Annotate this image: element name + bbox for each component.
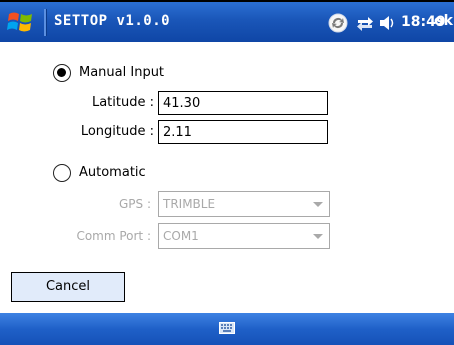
title-separator: [44, 9, 47, 36]
gps-select[interactable]: TRIMBLE: [158, 191, 330, 217]
chevron-down-icon: [313, 202, 323, 207]
connectivity-icon[interactable]: [354, 12, 376, 34]
latitude-field[interactable]: [158, 91, 328, 115]
title-bar: SETTOP v1.0.0 18:49 ok: [0, 2, 454, 42]
latitude-label: Latitude :: [91, 95, 154, 110]
gps-label: GPS :: [118, 197, 151, 211]
cancel-button[interactable]: Cancel: [11, 272, 125, 302]
comm-port-select-value: COM1: [163, 229, 199, 243]
sync-icon[interactable]: [327, 12, 349, 34]
comm-port-label: Comm Port :: [76, 229, 151, 243]
gps-select-value: TRIMBLE: [163, 197, 216, 211]
manual-input-label[interactable]: Manual Input: [79, 65, 164, 80]
chevron-down-icon: [313, 234, 323, 239]
app-title: SETTOP v1.0.0: [54, 13, 171, 29]
keyboard-icon[interactable]: [219, 322, 235, 334]
longitude-label: Longitude :: [80, 124, 154, 139]
windows-flag-icon[interactable]: [6, 8, 36, 36]
ok-button[interactable]: ok: [434, 13, 453, 29]
bottom-menu-bar: [0, 313, 454, 345]
automatic-label[interactable]: Automatic: [79, 165, 146, 180]
longitude-field[interactable]: [158, 120, 328, 144]
manual-input-radio[interactable]: [53, 64, 71, 82]
radio-selected-dot: [57, 68, 66, 77]
volume-icon[interactable]: [376, 12, 398, 34]
automatic-radio[interactable]: [53, 164, 71, 182]
comm-port-select[interactable]: COM1: [158, 223, 330, 249]
